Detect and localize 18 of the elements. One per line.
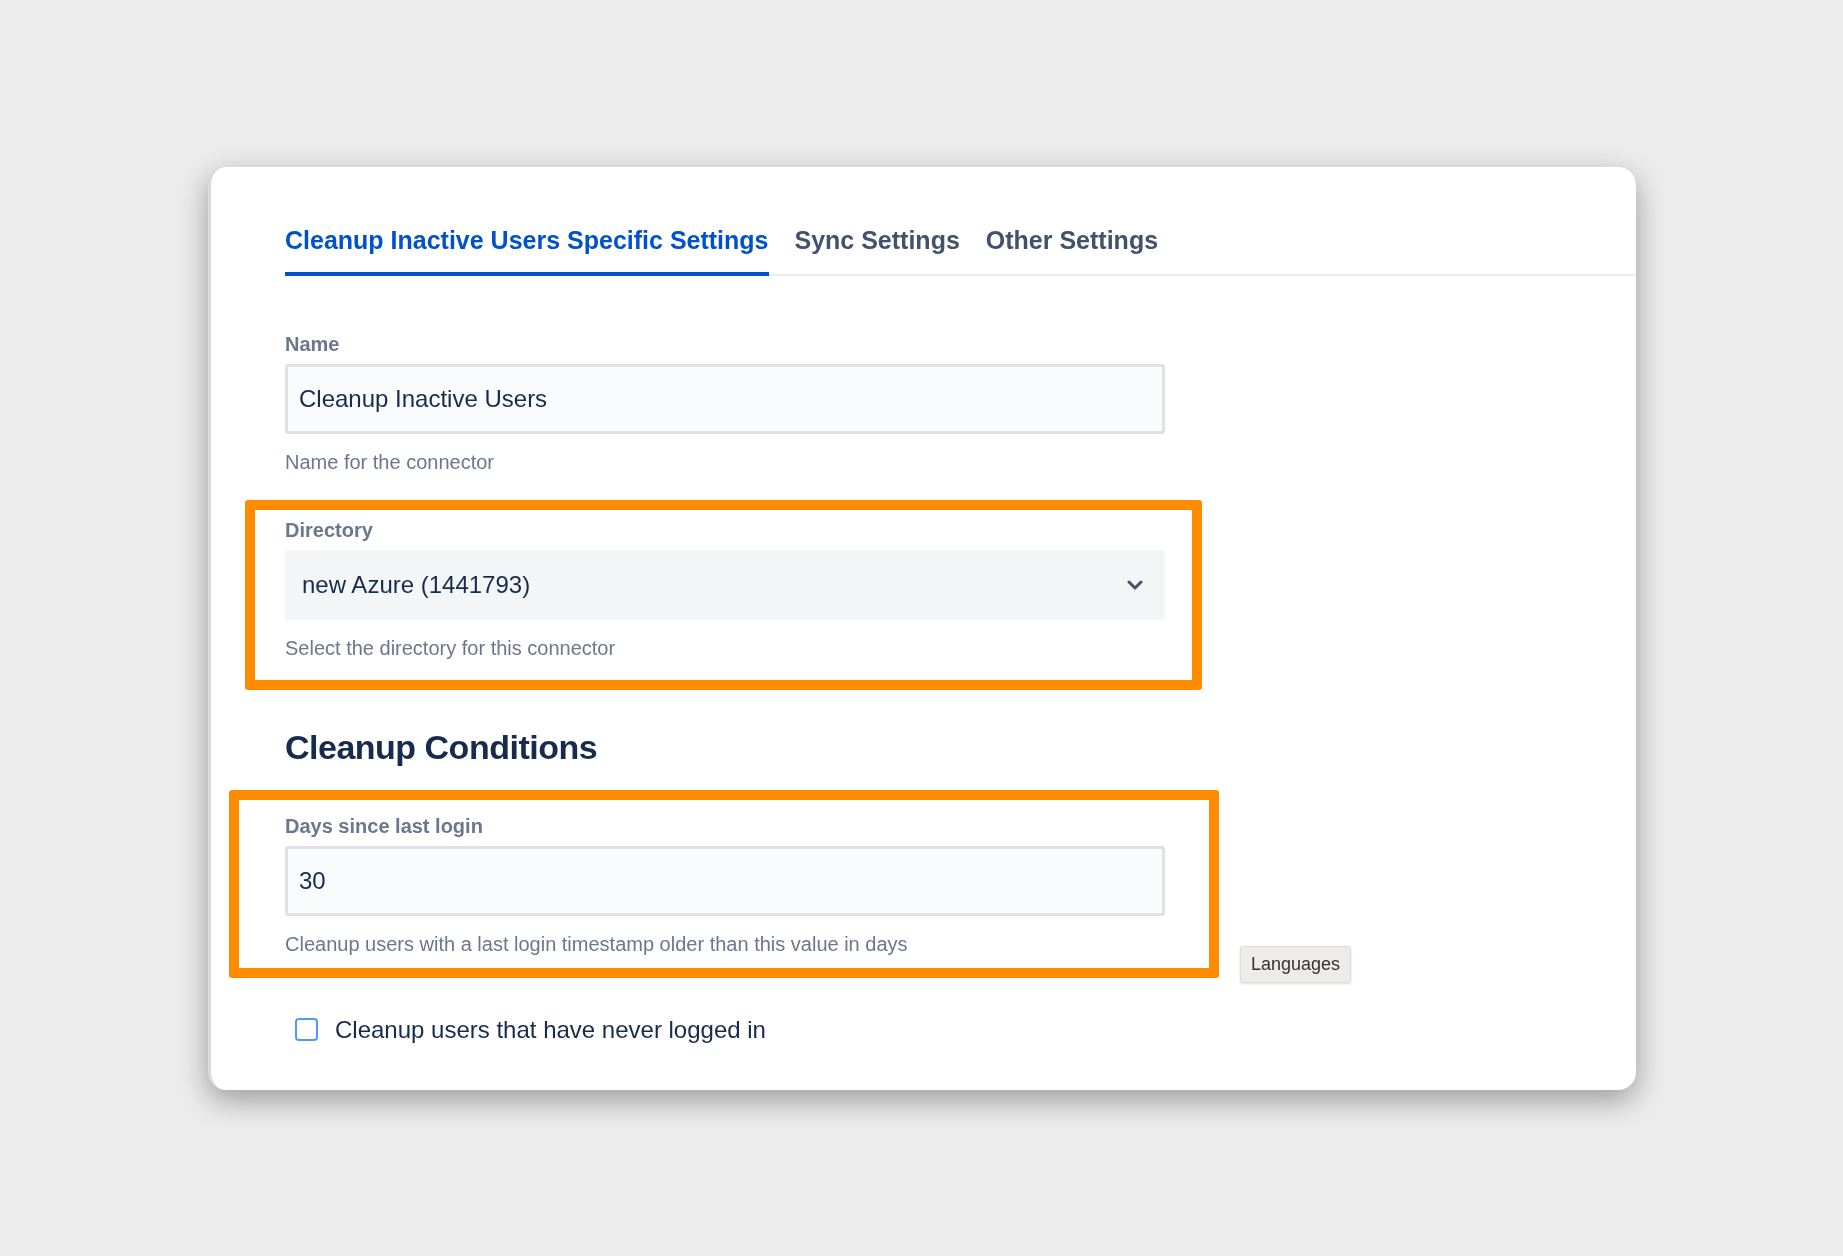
- tooltip: Languages: [1240, 946, 1352, 983]
- select-value: new Azure (1441793): [302, 569, 531, 600]
- checkbox-label: Cleanup users that have never logged in: [335, 1014, 766, 1045]
- helper-text: Name for the connector: [285, 449, 495, 474]
- field-label: Name: [285, 331, 341, 356]
- tab[interactable]: Sync Settings: [794, 222, 960, 276]
- field-label: Directory: [285, 517, 374, 542]
- helper-text: Select the directory for this connector: [285, 635, 617, 660]
- helper-text: Cleanup users with a last login timestamp older than this value in days: [285, 931, 909, 956]
- checkbox[interactable]: [295, 1018, 318, 1041]
- chevron-down-icon: [1127, 579, 1143, 590]
- tab[interactable]: Other Settings: [985, 222, 1159, 276]
- input-field[interactable]: Cleanup Inactive Users: [285, 363, 1165, 434]
- field-label: Days since last login: [285, 813, 484, 838]
- input-field[interactable]: 30: [285, 845, 1165, 916]
- tab[interactable]: Cleanup Inactive Users Specific Settings: [285, 222, 769, 276]
- section-heading: Cleanup Conditions: [285, 727, 598, 768]
- select-dropdown[interactable]: new Azure (1441793): [285, 549, 1165, 620]
